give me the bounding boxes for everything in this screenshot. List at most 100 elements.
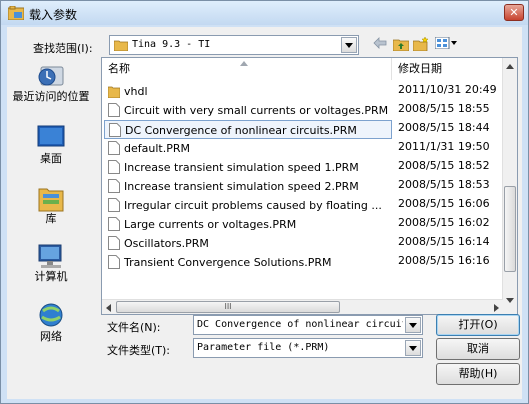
libraries-icon: [38, 188, 64, 212]
recent-places-icon: [38, 66, 64, 86]
chevron-down-icon: [409, 346, 417, 351]
file-row[interactable]: Irregular circuit problems caused by flo…: [102, 196, 503, 215]
place-label: 桌面: [40, 152, 62, 165]
folder-icon: [108, 86, 120, 98]
look-in-combo[interactable]: Tina 9.3 - TI: [109, 35, 359, 55]
place-desktop[interactable]: 桌面: [7, 123, 95, 177]
open-button[interactable]: 打开(O): [436, 314, 520, 336]
file-row[interactable]: default.PRM 2011/1/31 19:50: [102, 139, 503, 158]
chevron-down-icon: [409, 323, 417, 328]
places-bar: 最近访问的位置 桌面 库 计算机 网络: [7, 61, 95, 361]
horizontal-scrollbar[interactable]: III: [102, 299, 503, 314]
file-row-selected[interactable]: DC Convergence of nonlinear circuits.PRM…: [102, 120, 503, 139]
place-label: 网络: [40, 330, 62, 343]
file-date: 2008/5/15 16:16: [398, 254, 490, 267]
file-name: Increase transient simulation speed 2.PR…: [124, 180, 359, 193]
file-name: Large currents or voltages.PRM: [124, 218, 297, 231]
file-date: 2008/5/15 16:02: [398, 216, 490, 229]
filename-combo[interactable]: DC Convergence of nonlinear circuits: [193, 315, 423, 335]
scroll-grip: III: [224, 302, 232, 311]
open-dialog-window: 载入参数 ✕ 查找范围(I): Tina 9.3 - TI 最近访问的位置 桌面…: [0, 0, 529, 404]
look-in-dropdown-button[interactable]: [341, 37, 357, 53]
place-label: 计算机: [34, 270, 68, 283]
computer-icon: [38, 244, 62, 268]
dialog-body: 查找范围(I): Tina 9.3 - TI 最近访问的位置 桌面 库 计算机 …: [7, 27, 522, 399]
file-date: 2008/5/15 18:55: [398, 102, 490, 115]
file-icon: [108, 141, 120, 155]
file-row[interactable]: Transient Convergence Solutions.PRM 2008…: [102, 253, 503, 272]
filetype-combo[interactable]: Parameter file (*.PRM): [193, 338, 423, 358]
folder-row[interactable]: vhdl 2011/10/31 20:49: [102, 82, 503, 101]
title-bar[interactable]: 载入参数 ✕: [1, 1, 528, 25]
cancel-button[interactable]: 取消: [436, 338, 520, 360]
sort-up-icon: [240, 61, 248, 66]
file-icon: [108, 160, 120, 174]
chevron-down-icon: [345, 43, 353, 48]
file-date: 2008/5/15 16:14: [398, 235, 490, 248]
desktop-icon: [37, 125, 65, 147]
file-name: Irregular circuit problems caused by flo…: [124, 199, 382, 212]
vertical-scrollbar[interactable]: [502, 58, 517, 314]
file-name: Transient Convergence Solutions.PRM: [124, 256, 332, 269]
app-icon: [8, 6, 24, 20]
file-icon: [108, 255, 120, 269]
filetype-label: 文件类型(T):: [107, 344, 171, 357]
file-icon: [109, 123, 121, 137]
file-date: 2008/5/15 18:53: [398, 178, 490, 191]
file-row[interactable]: Increase transient simulation speed 1.PR…: [102, 158, 503, 177]
vertical-scroll-thumb[interactable]: [504, 186, 516, 272]
scroll-left-icon[interactable]: [106, 304, 111, 312]
scroll-up-icon[interactable]: [506, 64, 514, 69]
scroll-right-icon[interactable]: [494, 304, 499, 312]
file-row[interactable]: Oscillators.PRM 2008/5/15 16:14: [102, 234, 503, 253]
up-folder-icon[interactable]: [393, 37, 409, 51]
file-row[interactable]: Circuit with very small currents or volt…: [102, 101, 503, 120]
close-button[interactable]: ✕: [504, 4, 524, 21]
view-menu-icon[interactable]: [435, 37, 459, 49]
file-name: Oscillators.PRM: [124, 237, 209, 250]
place-libraries[interactable]: 库: [7, 183, 95, 237]
file-icon: [108, 198, 120, 212]
file-icon: [108, 217, 120, 231]
back-arrow-icon[interactable]: [373, 37, 387, 49]
place-label: 库: [45, 212, 57, 225]
filename-label: 文件名(N):: [107, 321, 161, 334]
file-row[interactable]: Increase transient simulation speed 2.PR…: [102, 177, 503, 196]
place-network[interactable]: 网络: [7, 301, 95, 355]
filetype-value: Parameter file (*.PRM): [197, 342, 330, 353]
file-icon: [108, 236, 120, 250]
file-name: Increase transient simulation speed 1.PR…: [124, 161, 359, 174]
help-button[interactable]: 帮助(H): [436, 363, 520, 385]
file-date: 2011/1/31 19:50: [398, 140, 490, 153]
file-date: 2008/5/15 16:06: [398, 197, 490, 210]
place-recent[interactable]: 最近访问的位置: [7, 61, 95, 115]
column-header-label: 名称: [108, 62, 130, 75]
place-label: 最近访问的位置: [12, 90, 90, 103]
file-date: 2008/5/15 18:52: [398, 159, 490, 172]
scroll-down-icon[interactable]: [506, 298, 514, 303]
file-rows: vhdl 2011/10/31 20:49 Circuit with very …: [102, 82, 503, 308]
new-folder-icon[interactable]: [413, 37, 429, 51]
filename-dropdown-button[interactable]: [405, 317, 421, 333]
folder-icon: [114, 40, 128, 51]
file-name: default.PRM: [124, 142, 190, 155]
file-icon: [108, 179, 120, 193]
file-name: DC Convergence of nonlinear circuits.PRM: [125, 124, 357, 137]
file-row[interactable]: Large currents or voltages.PRM 2008/5/15…: [102, 215, 503, 234]
filename-value: DC Convergence of nonlinear circuits: [197, 319, 403, 330]
file-date: 2008/5/15 18:44: [398, 121, 490, 134]
place-computer[interactable]: 计算机: [7, 241, 95, 295]
file-name: Circuit with very small currents or volt…: [124, 104, 389, 117]
filetype-dropdown-button[interactable]: [405, 340, 421, 356]
column-header-date[interactable]: 修改日期: [392, 58, 503, 80]
look-in-value: Tina 9.3 - TI: [132, 39, 211, 50]
close-icon: ✕: [509, 6, 519, 19]
window-title: 载入参数: [29, 8, 78, 22]
file-icon: [108, 103, 120, 117]
column-header-name[interactable]: 名称: [102, 58, 392, 80]
look-in-label: 查找范围(I):: [33, 42, 93, 55]
column-header-label: 修改日期: [398, 62, 442, 75]
horizontal-scroll-thumb[interactable]: III: [116, 301, 340, 313]
file-list[interactable]: 名称 修改日期 vhdl 2011/10/31 20:49 Circuit wi…: [101, 57, 518, 315]
file-date: 2011/10/31 20:49: [398, 83, 497, 96]
